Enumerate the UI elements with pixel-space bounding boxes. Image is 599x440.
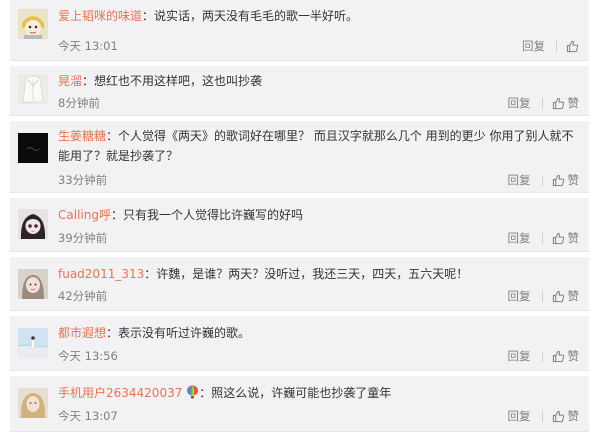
- username-link[interactable]: Calling呼: [58, 208, 111, 222]
- comment-line: 生姜糖糖：个人觉得《两天》的歌词好在哪里？ 而且汉字就那么几个 用到的更少 你用…: [58, 126, 577, 166]
- comment-text: 说实话，两天没有毛毛的歌一半好听。: [154, 9, 359, 23]
- separator: ：: [110, 208, 123, 222]
- separator: ：: [106, 326, 119, 340]
- timestamp: 今天 13:07: [58, 409, 118, 423]
- comment-item: 爱上韬咪的味道：说实话，两天没有毛毛的歌一半好听。 今天 13:01 回复: [10, 0, 589, 61]
- like-label: 赞: [567, 231, 580, 245]
- reply-button[interactable]: 回复: [508, 348, 531, 364]
- comment-actions: 回复 赞: [508, 348, 580, 364]
- comment-item: fuad2011_313：许魏，是谁？两天？没听过，我还三天，四天，五六天呢！ …: [10, 257, 589, 311]
- separator: ：: [199, 386, 212, 400]
- like-label: 赞: [567, 289, 580, 303]
- divider: [541, 232, 543, 244]
- separator: ：: [82, 74, 95, 88]
- like-button[interactable]: 赞: [552, 230, 580, 246]
- separator: ：: [106, 129, 119, 143]
- username-link[interactable]: 手机用户2634420037: [58, 386, 182, 400]
- comment-item: 生姜糖糖：个人觉得《两天》的歌词好在哪里？ 而且汉字就那么几个 用到的更少 你用…: [10, 121, 589, 193]
- comment-line: 晃溜：想红也不用这样吧，这也叫抄袭: [58, 71, 577, 91]
- thumbs-up-icon: [552, 410, 564, 422]
- divider: [541, 350, 543, 362]
- thumbs-up-icon: [552, 97, 564, 109]
- comment-actions: 回复 赞: [508, 288, 580, 304]
- thumbs-up-icon: [566, 40, 579, 52]
- reply-button[interactable]: 回复: [508, 288, 531, 304]
- like-button[interactable]: 赞: [552, 95, 580, 111]
- like-button[interactable]: 赞: [552, 288, 580, 304]
- like-label: 赞: [567, 96, 580, 110]
- username-link[interactable]: 爱上韬咪的味道: [58, 9, 142, 23]
- comment-text: 只有我一个人觉得比许巍写的好吗: [122, 208, 303, 222]
- thumbs-up-icon: [552, 174, 564, 186]
- comment-item: 晃溜：想红也不用这样吧，这也叫抄袭 8分钟前 回复 赞: [10, 66, 589, 116]
- comment-item: 都市遐想：表示没有听过许巍的歌。 今天 13:56 回复 赞: [10, 316, 589, 371]
- separator: ：: [142, 9, 155, 23]
- separator: ：: [144, 267, 157, 281]
- comment-item: 手机用户2634420037 ：照这么说，许巍可能也抄袭了童年 今天 13:07…: [10, 376, 589, 432]
- comment-line: 手机用户2634420037 ：照这么说，许巍可能也抄袭了童年: [58, 383, 577, 405]
- username-link[interactable]: 都市遐想: [58, 326, 106, 340]
- comment-line: Calling呼：只有我一个人觉得比许巍写的好吗: [58, 205, 577, 225]
- reply-button[interactable]: 回复: [508, 172, 531, 188]
- comment-line: fuad2011_313：许魏，是谁？两天？没听过，我还三天，四天，五六天呢！: [58, 264, 577, 284]
- like-label: 赞: [567, 349, 580, 363]
- divider: [541, 290, 543, 302]
- comment-line: 爱上韬咪的味道：说实话，两天没有毛毛的歌一半好听。: [58, 6, 577, 26]
- username-link[interactable]: fuad2011_313: [58, 267, 144, 281]
- comment-text: 许魏，是谁？两天？没听过，我还三天，四天，五六天呢！: [156, 267, 469, 281]
- comment-text: 想红也不用这样吧，这也叫抄袭: [94, 74, 263, 88]
- like-button[interactable]: 赞: [552, 348, 580, 364]
- username-link[interactable]: 生姜糖糖: [58, 129, 106, 143]
- reply-button[interactable]: 回复: [508, 408, 531, 424]
- comment-text: 照这么说，许巍可能也抄袭了童年: [211, 386, 392, 400]
- blonde-avatar-icon[interactable]: [18, 388, 48, 418]
- divider: [556, 40, 557, 52]
- comment-actions: 回复 赞: [508, 95, 580, 111]
- like-button[interactable]: 赞: [552, 408, 580, 424]
- thumbs-up-icon: [552, 350, 564, 362]
- anime-girl-avatar-icon[interactable]: [18, 209, 48, 239]
- comment-text: 表示没有听过许巍的歌。: [118, 326, 251, 340]
- hot-air-balloon-icon[interactable]: [186, 385, 199, 405]
- divider: [541, 174, 543, 186]
- like-label: 赞: [567, 173, 580, 187]
- portrait-avatar-icon[interactable]: [18, 269, 48, 299]
- comment-text: 个人觉得《两天》的歌词好在哪里？ 而且汉字就那么几个 用到的更少 你用了别人就不…: [58, 129, 574, 163]
- like-button[interactable]: [566, 40, 579, 53]
- dark-avatar-icon[interactable]: [18, 133, 48, 163]
- like-label: 赞: [567, 409, 580, 423]
- timestamp: 39分钟前: [58, 231, 108, 245]
- comment-actions: 回复: [522, 38, 579, 54]
- divider: [541, 410, 543, 422]
- reply-button[interactable]: 回复: [508, 230, 531, 246]
- reply-button[interactable]: 回复: [522, 38, 545, 54]
- thumbs-up-icon: [552, 290, 564, 302]
- cartoon-face-avatar-icon[interactable]: [18, 9, 48, 39]
- divider: [541, 97, 543, 109]
- comment-actions: 回复 赞: [508, 408, 580, 424]
- white-coat-avatar-icon[interactable]: [18, 74, 48, 104]
- comment-line: 都市遐想：表示没有听过许巍的歌。: [58, 323, 577, 343]
- comment-item: Calling呼：只有我一个人觉得比许巍写的好吗 39分钟前 回复 赞: [10, 198, 589, 252]
- comment-actions: 回复 赞: [508, 230, 580, 246]
- comment-list: 爱上韬咪的味道：说实话，两天没有毛毛的歌一半好听。 今天 13:01 回复 晃溜…: [0, 0, 599, 440]
- timestamp: 今天 13:56: [58, 349, 118, 363]
- seaside-avatar-icon[interactable]: [18, 328, 48, 358]
- username-link[interactable]: 晃溜: [58, 74, 82, 88]
- comment-actions: 回复 赞: [508, 172, 580, 188]
- timestamp: 今天 13:01: [58, 39, 118, 53]
- reply-button[interactable]: 回复: [508, 95, 531, 111]
- timestamp: 8分钟前: [58, 96, 100, 110]
- timestamp: 42分钟前: [58, 289, 108, 303]
- thumbs-up-icon: [552, 232, 564, 244]
- timestamp: 33分钟前: [58, 173, 108, 187]
- like-button[interactable]: 赞: [552, 172, 580, 188]
